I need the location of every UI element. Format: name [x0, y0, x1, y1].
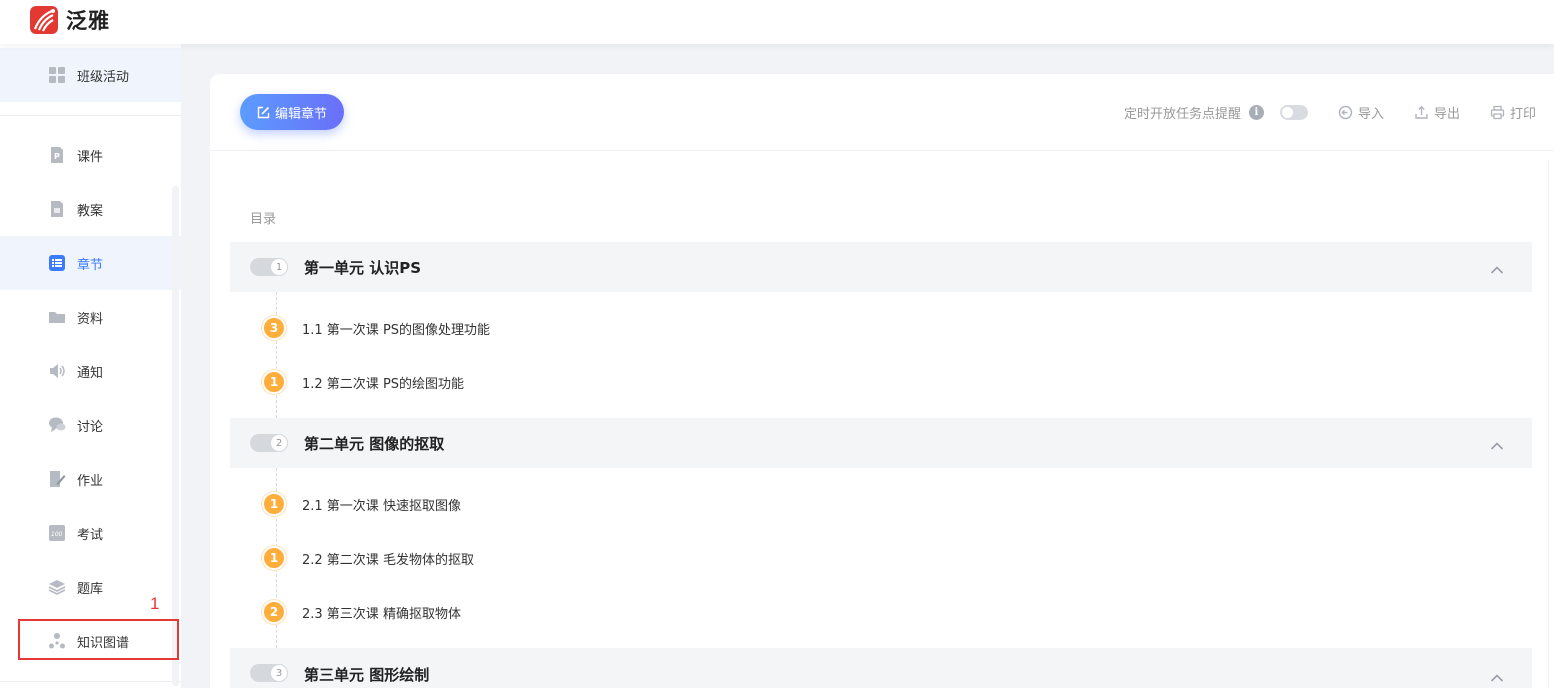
export-icon — [1414, 105, 1429, 120]
top-header: 泛雅 — [0, 0, 1554, 44]
lesson-item[interactable]: 3 1.1 第一次课 PS的图像处理功能 — [262, 314, 490, 342]
import-label: 导入 — [1357, 107, 1384, 122]
folder-icon — [48, 308, 66, 326]
grid-icon — [48, 66, 66, 84]
sidebar-item-materials[interactable]: 资料 — [0, 290, 181, 344]
lesson-title: 1.1 第一次课 PS的图像处理功能 — [302, 322, 491, 338]
sidebar-divider — [0, 681, 181, 682]
panel-scrollbar[interactable] — [1548, 160, 1554, 688]
chapter-panel: 编辑章节 定时开放任务点提醒 i 导入 导出 打印 目录 1 第一单元 认识PS… — [210, 74, 1554, 688]
edit-icon — [257, 106, 270, 119]
exam-icon: 100 — [48, 524, 66, 542]
sidebar-scrollbar[interactable] — [172, 186, 179, 686]
unit-number-pill: 1 — [250, 258, 288, 276]
chevron-up-icon[interactable] — [1490, 260, 1504, 279]
sidebar-item-label: 章节 — [77, 257, 104, 273]
sidebar-item-label: 班级活动 — [77, 69, 130, 85]
sidebar-item-chapters[interactable]: 章节 — [0, 236, 181, 290]
export-button[interactable]: 导出 — [1414, 103, 1460, 122]
annotation-number: 1 — [150, 594, 160, 613]
unit-title: 第一单元 认识PS — [304, 258, 422, 277]
sidebar: 班级活动 P 课件 教案 章节 资料 通知 讨论 作业 100 考试 题库 知识… — [0, 44, 181, 688]
info-icon[interactable]: i — [1248, 105, 1264, 120]
print-icon — [1490, 105, 1505, 120]
sidebar-item-label: 考试 — [77, 527, 104, 543]
timer-reminder-toggle[interactable] — [1279, 105, 1308, 120]
logo-icon — [30, 6, 58, 34]
layers-icon — [48, 578, 66, 596]
export-label: 导出 — [1433, 107, 1460, 122]
task-count-badge: 2 — [262, 600, 286, 624]
lesson-title: 2.1 第一次课 快速抠取图像 — [302, 498, 461, 514]
list-icon — [48, 254, 66, 272]
sidebar-item-label: 教案 — [77, 203, 104, 219]
timer-reminder-label: 定时开放任务点提醒 — [1123, 107, 1241, 122]
sidebar-item-label: 题库 — [77, 581, 104, 597]
svg-text:P: P — [54, 152, 60, 161]
unit-header[interactable]: 1 第一单元 认识PS — [230, 242, 1532, 292]
print-label: 打印 — [1509, 107, 1536, 122]
unit-number: 3 — [270, 664, 288, 682]
sidebar-item-lesson-plan[interactable]: 教案 — [0, 182, 181, 236]
lesson-plan-icon — [48, 200, 66, 218]
sidebar-item-exam[interactable]: 100 考试 — [0, 506, 181, 560]
sidebar-item-courseware[interactable]: P 课件 — [0, 128, 181, 182]
svg-text:100: 100 — [51, 531, 63, 538]
task-count-badge: 3 — [262, 316, 286, 340]
task-count-badge: 1 — [262, 492, 286, 516]
sidebar-item-label: 课件 — [77, 149, 104, 165]
unit-header[interactable]: 2 第二单元 图像的抠取 — [230, 418, 1532, 468]
speaker-icon — [48, 362, 66, 380]
sidebar-item-notices[interactable]: 通知 — [0, 344, 181, 398]
unit-header[interactable]: 3 第三单元 图形绘制 — [230, 648, 1532, 688]
toc-heading: 目录 — [250, 212, 277, 227]
unit-number-pill: 3 — [250, 664, 288, 682]
sidebar-item-class-activity[interactable]: 班级活动 — [0, 48, 181, 102]
courseware-icon: P — [48, 146, 66, 164]
sidebar-item-label: 资料 — [77, 311, 104, 327]
lesson-item[interactable]: 1 2.2 第二次课 毛发物体的抠取 — [262, 544, 474, 572]
import-icon — [1338, 105, 1353, 120]
unit-title: 第三单元 图形绘制 — [304, 666, 430, 684]
graph-icon — [48, 632, 66, 650]
edit-chapter-label: 编辑章节 — [274, 105, 327, 121]
sidebar-item-label: 讨论 — [77, 419, 104, 435]
lesson-title: 2.2 第二次课 毛发物体的抠取 — [302, 552, 474, 568]
lesson-title: 2.3 第三次课 精确抠取物体 — [302, 606, 461, 622]
lesson-item[interactable]: 2 2.3 第三次课 精确抠取物体 — [262, 598, 461, 626]
edit-chapter-button[interactable]: 编辑章节 — [240, 94, 344, 130]
app-logo[interactable]: 泛雅 — [30, 5, 110, 35]
unit-number-pill: 2 — [250, 434, 288, 452]
lesson-item[interactable]: 1 2.1 第一次课 快速抠取图像 — [262, 490, 461, 518]
unit-number: 2 — [270, 434, 288, 452]
sidebar-item-discussion[interactable]: 讨论 — [0, 398, 181, 452]
app-name: 泛雅 — [66, 9, 110, 33]
sidebar-divider — [0, 115, 181, 116]
homework-icon — [48, 470, 66, 488]
lesson-title: 1.2 第二次课 PS的绘图功能 — [302, 376, 465, 392]
toolbar-actions: 定时开放任务点提醒 i 导入 导出 打印 — [1124, 103, 1536, 122]
task-count-badge: 1 — [262, 546, 286, 570]
toolbar-divider — [210, 150, 1554, 151]
sidebar-item-label: 作业 — [77, 473, 104, 489]
sidebar-item-label: 通知 — [77, 365, 104, 381]
lesson-connector — [276, 292, 277, 418]
sidebar-item-label: 知识图谱 — [77, 635, 130, 651]
sidebar-item-homework[interactable]: 作业 — [0, 452, 181, 506]
import-button[interactable]: 导入 — [1338, 103, 1384, 122]
unit-title: 第二单元 图像的抠取 — [304, 434, 445, 453]
sidebar-item-knowledge-graph[interactable]: 知识图谱 — [0, 614, 181, 668]
chevron-up-icon[interactable] — [1490, 668, 1504, 687]
chevron-up-icon[interactable] — [1490, 436, 1504, 455]
task-count-badge: 1 — [262, 370, 286, 394]
print-button[interactable]: 打印 — [1490, 103, 1536, 122]
lesson-item[interactable]: 1 1.2 第二次课 PS的绘图功能 — [262, 368, 464, 396]
chat-icon — [48, 416, 66, 434]
unit-number: 1 — [270, 258, 288, 276]
